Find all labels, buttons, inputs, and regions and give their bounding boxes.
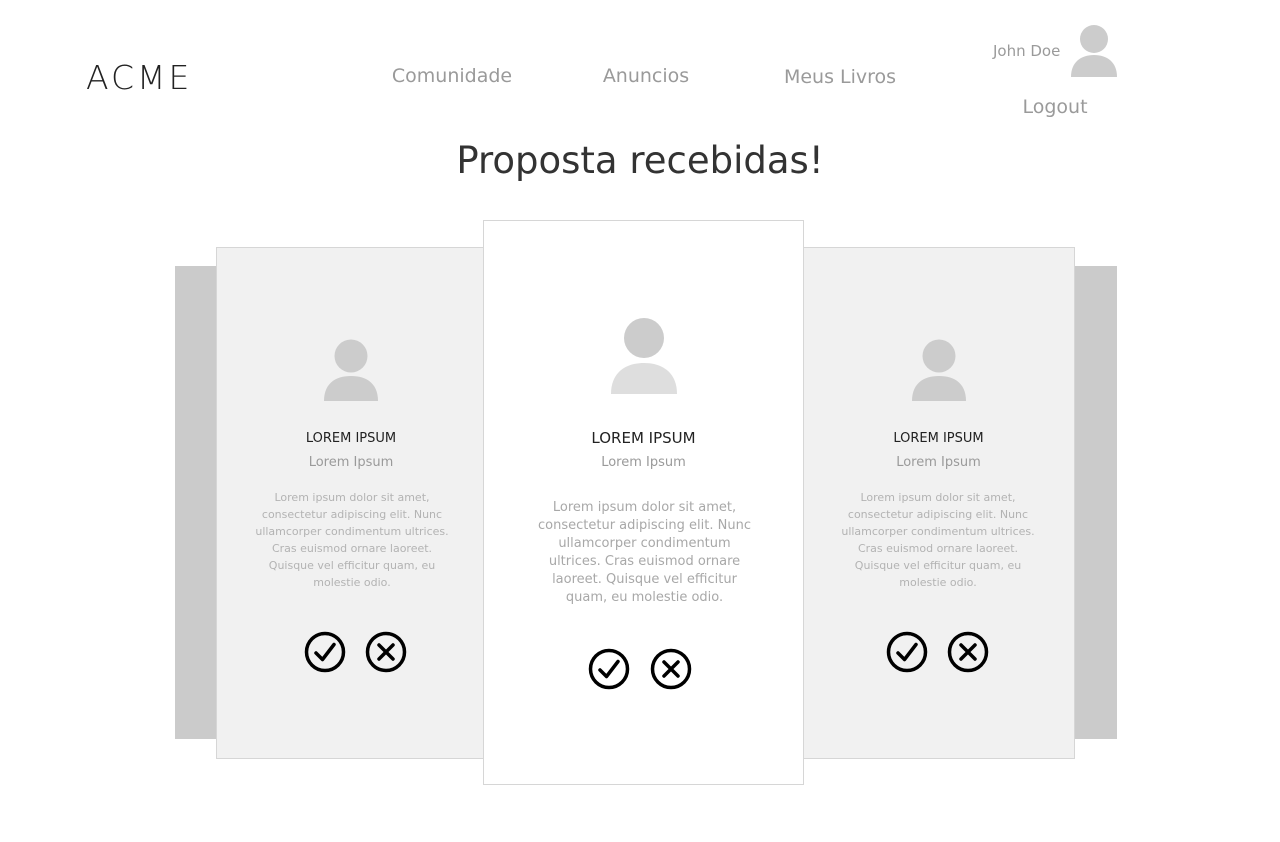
page: ACME Comunidade Anuncios Meus Livros Joh… xyxy=(0,0,1280,842)
card-subtitle: Lorem Ipsum xyxy=(896,455,981,470)
page-title: Proposta recebidas! xyxy=(456,139,824,182)
card-name: LOREM IPSUM xyxy=(305,431,397,446)
nav-link-meus-livros[interactable]: Meus Livros xyxy=(784,66,896,88)
card-description: Lorem ipsum dolor sit amet, consectetur … xyxy=(538,500,751,605)
user-icon xyxy=(610,317,678,395)
logo[interactable]: ACME xyxy=(86,58,192,98)
x-circle-icon xyxy=(947,631,989,673)
card-description: Lorem ipsum dolor sit amet, consectetur … xyxy=(841,491,1035,589)
reject-button[interactable] xyxy=(365,631,407,677)
logout-link[interactable]: Logout xyxy=(1022,96,1087,118)
card-subtitle: Lorem Ipsum xyxy=(308,455,394,470)
reject-button[interactable] xyxy=(947,631,989,677)
card-name: LOREM IPSUM xyxy=(893,431,984,446)
proposal-card-left: LOREM IPSUM Lorem Ipsum Lorem ipsum dolo… xyxy=(216,247,486,759)
carousel-back-right xyxy=(1072,266,1117,739)
proposal-card-center: LOREM IPSUM Lorem Ipsum Lorem ipsum dolo… xyxy=(483,220,804,785)
proposal-card-right: LOREM IPSUM Lorem Ipsum Lorem ipsum dolo… xyxy=(802,247,1075,759)
user-name: John Doe xyxy=(993,42,1061,60)
accept-button[interactable] xyxy=(588,648,630,694)
card-subtitle: Lorem Ipsum xyxy=(601,455,686,470)
check-circle-icon xyxy=(304,631,346,673)
reject-button[interactable] xyxy=(650,648,692,694)
nav-link-comunidade[interactable]: Comunidade xyxy=(392,65,512,87)
check-circle-icon xyxy=(588,648,630,690)
x-circle-icon xyxy=(650,648,692,690)
carousel-back-left xyxy=(175,266,220,739)
accept-button[interactable] xyxy=(886,631,928,677)
nav-link-anuncios[interactable]: Anuncios xyxy=(603,65,689,87)
x-circle-icon xyxy=(365,631,407,673)
accept-button[interactable] xyxy=(304,631,346,677)
card-name: LOREM IPSUM xyxy=(591,429,696,447)
check-circle-icon xyxy=(886,631,928,673)
user-icon xyxy=(911,339,966,401)
card-description: Lorem ipsum dolor sit amet, consectetur … xyxy=(255,491,449,589)
user-icon xyxy=(324,339,378,401)
user-avatar-icon[interactable] xyxy=(1070,24,1118,78)
